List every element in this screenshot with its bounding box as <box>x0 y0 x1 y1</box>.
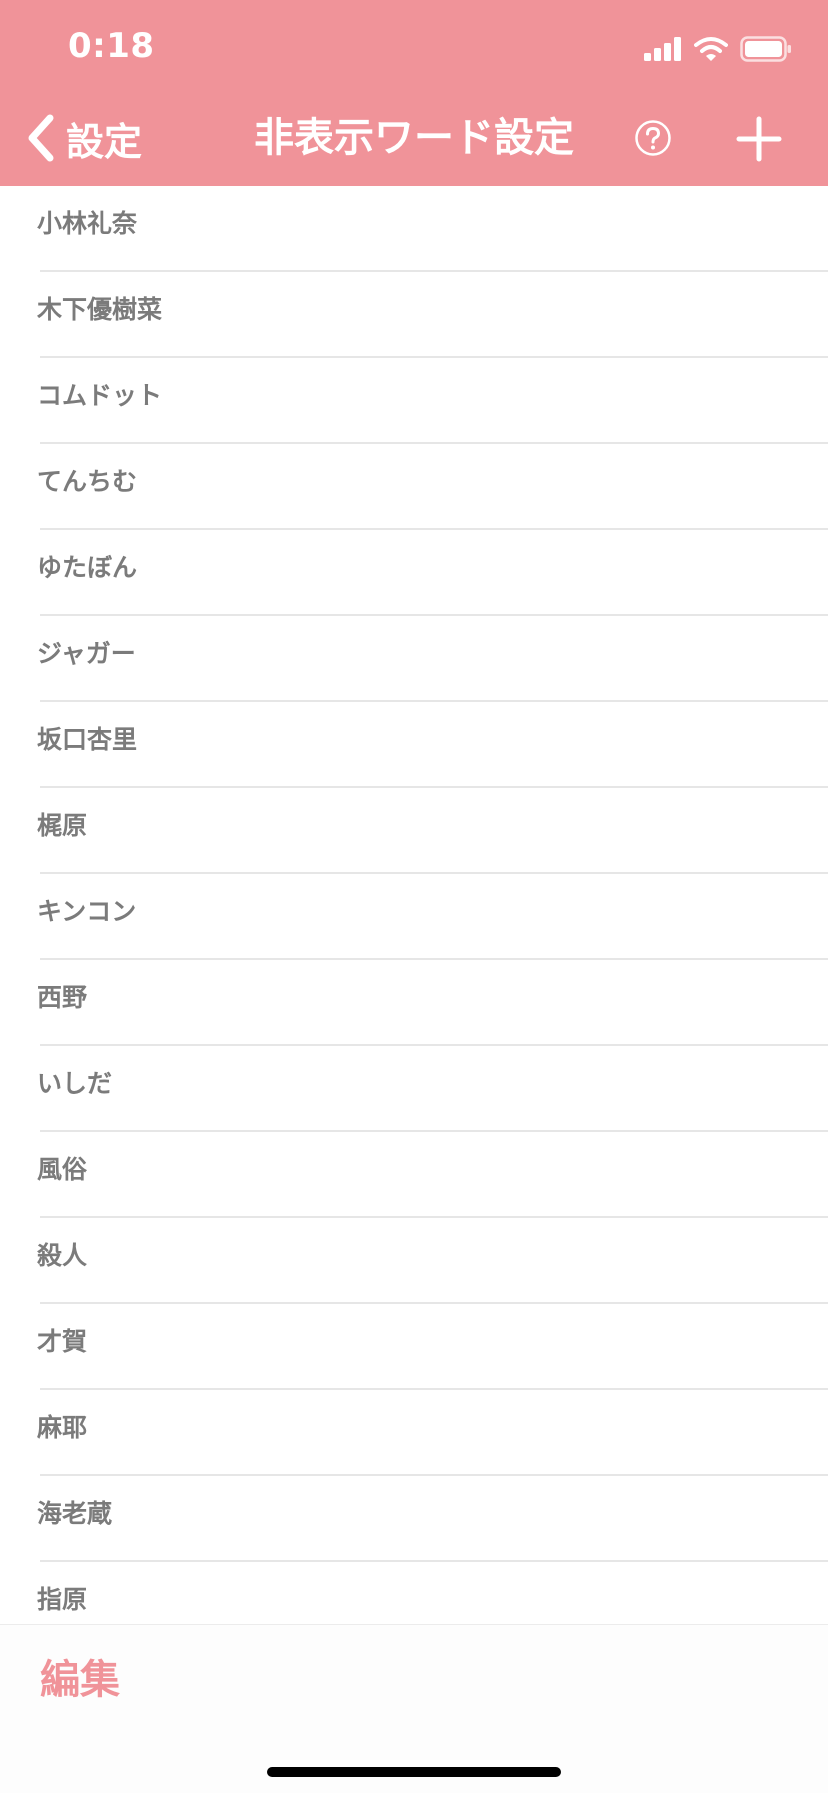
list-item-label: 殺人 <box>37 1241 88 1270</box>
list-item[interactable]: 坂口杏里 <box>0 702 828 788</box>
list-item-label: 梶原 <box>37 811 88 840</box>
list-item-label: 才賀 <box>37 1327 88 1356</box>
status-icons <box>644 34 792 64</box>
list-item[interactable]: 風俗 <box>0 1132 828 1218</box>
list-item-label: コムドット <box>37 381 163 410</box>
list-item[interactable]: コムドット <box>0 358 828 444</box>
wifi-icon <box>694 37 728 61</box>
list-item[interactable]: 西野 <box>0 960 828 1046</box>
battery-icon <box>740 36 791 62</box>
edit-button[interactable]: 編集 <box>40 1650 120 1710</box>
list-item-label: 風俗 <box>37 1155 88 1184</box>
list-item[interactable]: キンコン <box>0 874 828 960</box>
cellular-signal-icon <box>644 37 681 61</box>
status-time: 0:18 <box>68 26 155 66</box>
list-item[interactable]: ゆたぼん <box>0 530 828 616</box>
plus-icon <box>736 116 782 162</box>
list-item-label: 麻耶 <box>37 1413 88 1442</box>
list-item[interactable]: 木下優樹菜 <box>0 272 828 358</box>
hidden-word-list: 小林礼奈木下優樹菜コムドットてんちむゆたぼんジャガー坂口杏里梶原キンコン西野いし… <box>0 186 828 1624</box>
question-circle-icon <box>635 120 671 156</box>
add-button[interactable] <box>735 115 783 163</box>
list-item-label: 指原 <box>37 1585 88 1614</box>
list-item[interactable]: 梶原 <box>0 788 828 874</box>
help-button[interactable] <box>634 119 672 157</box>
navigation-header: 0:18 設定 非表示ワード設定 <box>0 0 828 186</box>
list-item[interactable]: 指原 <box>0 1562 828 1624</box>
list-item[interactable]: ジャガー <box>0 616 828 702</box>
list-item-label: いしだ <box>37 1069 113 1098</box>
list-item-label: 小林礼奈 <box>37 209 138 238</box>
list-item-label: ゆたぼん <box>37 553 138 582</box>
list-item-label: ジャガー <box>37 639 136 668</box>
list-item-label: 西野 <box>37 983 88 1012</box>
list-item[interactable]: 海老蔵 <box>0 1476 828 1562</box>
list-item[interactable]: 小林礼奈 <box>0 186 828 272</box>
list-item-label: 木下優樹菜 <box>37 295 163 324</box>
home-indicator <box>267 1767 561 1777</box>
list-item[interactable]: いしだ <box>0 1046 828 1132</box>
list-item-label: 海老蔵 <box>37 1499 113 1528</box>
list-item-label: キンコン <box>37 897 137 926</box>
list-item-label: 坂口杏里 <box>37 725 138 754</box>
chevron-left-icon <box>28 114 54 162</box>
list-item-label: てんちむ <box>37 467 138 496</box>
back-button[interactable]: 設定 <box>26 108 142 168</box>
list-item[interactable]: てんちむ <box>0 444 828 530</box>
list-item[interactable]: 殺人 <box>0 1218 828 1304</box>
back-button-label: 設定 <box>66 119 143 164</box>
list-item[interactable]: 麻耶 <box>0 1390 828 1476</box>
list-item[interactable]: 才賀 <box>0 1304 828 1390</box>
